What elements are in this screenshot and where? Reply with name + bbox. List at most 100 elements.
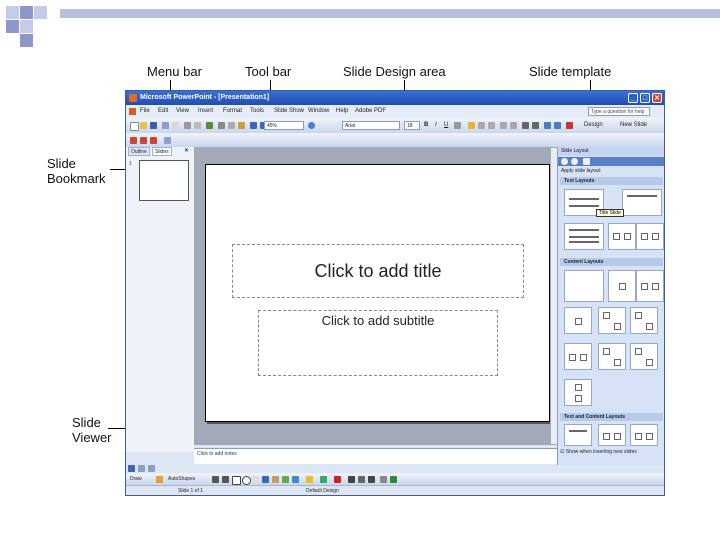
layout-content-3[interactable] — [564, 307, 592, 334]
align-left-icon[interactable] — [468, 122, 475, 129]
font-color-draw-icon[interactable] — [334, 476, 341, 483]
layout-content-4[interactable] — [598, 307, 626, 334]
normal-view-button[interactable] — [128, 465, 135, 472]
autoshapes-menu[interactable]: AutoShapes — [168, 473, 195, 485]
fill-color-icon[interactable] — [306, 476, 313, 483]
line-style-icon[interactable] — [348, 476, 355, 483]
demote-icon[interactable] — [554, 122, 561, 129]
diagram-icon[interactable] — [272, 476, 279, 483]
copy-icon[interactable] — [228, 122, 235, 129]
design-button[interactable]: Design — [584, 121, 603, 130]
wordart-icon[interactable] — [262, 476, 269, 483]
layout-two-column[interactable] — [608, 223, 636, 250]
increase-font-icon[interactable] — [522, 122, 529, 129]
promote-icon[interactable] — [544, 122, 551, 129]
slide-show-icon[interactable] — [130, 137, 137, 144]
permission-icon[interactable] — [162, 122, 169, 129]
back-icon[interactable] — [561, 158, 568, 165]
menu-window[interactable]: Window — [308, 105, 329, 118]
layout-content-9[interactable] — [564, 379, 592, 406]
slide-show-view-button[interactable] — [148, 465, 155, 472]
shadow-style-icon[interactable] — [380, 476, 387, 483]
menu-tools[interactable]: Tools — [250, 105, 264, 118]
cut-icon[interactable] — [218, 122, 225, 129]
help-icon[interactable] — [308, 122, 315, 129]
tab-slides[interactable]: Slides — [152, 147, 172, 156]
slide-sorter-icon[interactable] — [140, 137, 147, 144]
arrow-style-icon[interactable] — [368, 476, 375, 483]
slide-sorter-view-button[interactable] — [138, 465, 145, 472]
arrow-icon[interactable] — [222, 476, 229, 483]
undo-icon[interactable] — [250, 122, 257, 129]
menu-adobe-pdf[interactable]: Adobe PDF — [355, 105, 386, 118]
print-icon[interactable] — [184, 122, 191, 129]
draw-menu[interactable]: Draw — [130, 473, 142, 485]
vertical-scrollbar[interactable] — [550, 148, 557, 444]
minimize-button[interactable]: _ — [628, 93, 638, 103]
help-search-input[interactable]: Type a question for help — [588, 107, 650, 116]
new-icon[interactable] — [130, 122, 139, 131]
shadow-icon[interactable] — [454, 122, 461, 129]
layout-blank[interactable] — [564, 270, 604, 302]
textbox-icon[interactable] — [252, 476, 259, 483]
layout-title-only[interactable] — [622, 189, 662, 216]
decrease-font-icon[interactable] — [532, 122, 539, 129]
menu-insert[interactable]: Insert — [198, 105, 213, 118]
subtitle-placeholder[interactable]: Click to add subtitle — [258, 310, 498, 376]
zoom-combo[interactable]: 45% — [264, 121, 304, 130]
email-icon[interactable] — [172, 122, 179, 129]
save-icon[interactable] — [150, 122, 157, 129]
layout-text-content-3[interactable] — [630, 424, 658, 446]
font-size-combo[interactable]: 18 — [404, 121, 420, 130]
pane-close-icon[interactable]: ✕ — [184, 147, 189, 154]
numbering-icon[interactable] — [500, 122, 507, 129]
home-icon[interactable] — [583, 158, 590, 165]
print-preview-icon[interactable] — [194, 122, 201, 129]
menu-slide-show[interactable]: Slide Show — [274, 105, 304, 118]
line-color-icon[interactable] — [320, 476, 327, 483]
underline-button[interactable]: U — [444, 121, 448, 130]
notes-pane[interactable]: Click to add notes — [194, 448, 557, 464]
italic-button[interactable]: I — [435, 121, 437, 130]
dash-style-icon[interactable] — [358, 476, 365, 483]
clipart-icon[interactable] — [282, 476, 289, 483]
menu-file[interactable]: File — [140, 105, 150, 118]
rectangle-icon[interactable] — [232, 476, 241, 485]
show-layouts-checkbox[interactable]: ☑ Show when inserting new slides — [560, 449, 637, 455]
forward-icon[interactable] — [571, 158, 578, 165]
toolbar-options-icon[interactable] — [164, 137, 171, 144]
align-right-icon[interactable] — [488, 122, 495, 129]
close-button[interactable]: ✕ — [652, 93, 662, 103]
layout-title-text[interactable] — [564, 223, 604, 250]
spelling-icon[interactable] — [206, 122, 213, 129]
title-placeholder[interactable]: Click to add title — [232, 244, 524, 298]
layout-content-7[interactable] — [598, 343, 626, 370]
normal-view-icon[interactable] — [150, 137, 157, 144]
oval-icon[interactable] — [242, 476, 251, 485]
font-color-icon[interactable] — [566, 122, 573, 129]
layout-text-content-1[interactable] — [564, 424, 592, 446]
line-icon[interactable] — [212, 476, 219, 483]
align-center-icon[interactable] — [478, 122, 485, 129]
layout-content-5[interactable] — [630, 307, 658, 334]
layout-content-8[interactable] — [630, 343, 658, 370]
bold-button[interactable]: B — [424, 121, 428, 130]
menu-help[interactable]: Help — [336, 105, 348, 118]
layout-content[interactable] — [608, 270, 636, 302]
open-icon[interactable] — [140, 122, 147, 129]
layout-content-2[interactable] — [636, 270, 664, 302]
picture-icon[interactable] — [292, 476, 299, 483]
slide-thumbnail[interactable] — [139, 160, 189, 201]
3d-style-icon[interactable] — [390, 476, 397, 483]
maximize-button[interactable]: □ — [640, 93, 650, 103]
font-combo[interactable]: Arial — [342, 121, 400, 130]
menu-view[interactable]: View — [176, 105, 189, 118]
tab-outline[interactable]: Outline — [128, 147, 150, 156]
menu-edit[interactable]: Edit — [158, 105, 168, 118]
select-arrow-icon[interactable] — [156, 476, 163, 483]
new-slide-button[interactable]: New Slide — [620, 121, 647, 130]
paste-icon[interactable] — [238, 122, 245, 129]
menu-format[interactable]: Format — [223, 105, 242, 118]
layout-four[interactable] — [636, 223, 664, 250]
layout-text-content-2[interactable] — [598, 424, 626, 446]
